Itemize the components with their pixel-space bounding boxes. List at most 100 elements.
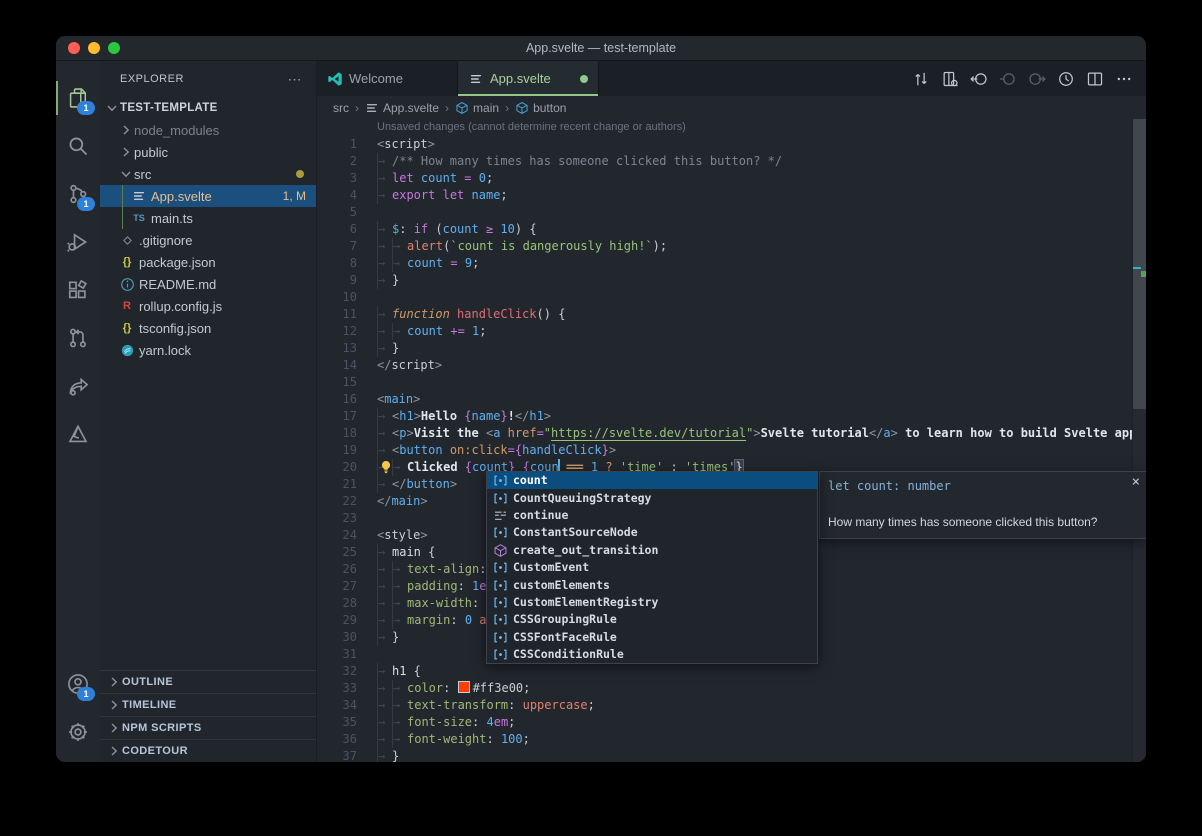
suggest-item-customelements[interactable]: customElements bbox=[487, 576, 817, 593]
section-timeline[interactable]: TIMELINE bbox=[100, 693, 316, 716]
activity-item-explorer[interactable]: 1 bbox=[56, 74, 100, 122]
tree-item-main-ts[interactable]: TSmain.ts bbox=[100, 207, 316, 229]
code-token: } bbox=[500, 409, 507, 423]
close-icon[interactable]: × bbox=[1132, 474, 1140, 491]
suggest-item-cssconditionrule[interactable]: CSSConditionRule bbox=[487, 646, 817, 663]
code-line[interactable]: 16<main> bbox=[317, 391, 1146, 408]
chevron-down-icon bbox=[104, 100, 120, 116]
line-number: 18 bbox=[317, 425, 357, 442]
code-token: > bbox=[428, 137, 435, 151]
indent-guide: → bbox=[377, 544, 392, 561]
code-line-content: →} bbox=[357, 748, 399, 762]
suggest-item-label: count bbox=[513, 472, 548, 489]
tree-item-node-modules[interactable]: node_modules bbox=[100, 119, 316, 141]
code-line[interactable]: 32→h1 { bbox=[317, 663, 1146, 680]
suggest-item-cssgroupingrule[interactable]: CSSGroupingRule bbox=[487, 611, 817, 628]
breadcrumb-item-main[interactable]: main bbox=[455, 101, 499, 115]
code-line[interactable]: 19→<button on:click={handleClick}> bbox=[317, 442, 1146, 459]
code-token bbox=[443, 443, 450, 457]
scrollbar-thumb[interactable] bbox=[1133, 119, 1146, 409]
code-line[interactable]: 15 bbox=[317, 374, 1146, 391]
code-token: name bbox=[472, 409, 501, 423]
tree-item-yarn-lock[interactable]: yarn.lock bbox=[100, 339, 316, 361]
activity-item-azure[interactable] bbox=[56, 410, 100, 458]
breadcrumb-item-app-svelte[interactable]: App.svelte bbox=[365, 101, 439, 115]
suggest-item-count[interactable]: count bbox=[487, 472, 817, 489]
activity-item-run-debug[interactable] bbox=[56, 218, 100, 266]
tree-item--gitignore[interactable]: .gitignore bbox=[100, 229, 316, 251]
code-line[interactable]: 3→let count = 0; bbox=[317, 170, 1146, 187]
code-line[interactable]: 7→→alert(`count is dangerously high!`); bbox=[317, 238, 1146, 255]
git-compare-icon[interactable] bbox=[909, 67, 933, 91]
tree-item-package-json[interactable]: {}package.json bbox=[100, 251, 316, 273]
code-line[interactable]: 11→function handleClick() { bbox=[317, 306, 1146, 323]
code-line[interactable]: 33→→color: #ff3e00; bbox=[317, 680, 1146, 697]
breadcrumb-item-button[interactable]: button bbox=[515, 101, 566, 115]
code-line[interactable]: 13→} bbox=[317, 340, 1146, 357]
line-number: 9 bbox=[317, 272, 357, 289]
file-history-icon[interactable] bbox=[938, 67, 962, 91]
split-editor-icon[interactable] bbox=[1083, 67, 1107, 91]
activity-item-accounts[interactable]: 1 bbox=[56, 660, 100, 708]
code-line[interactable]: 4→export let name; bbox=[317, 187, 1146, 204]
activity-item-extensions[interactable] bbox=[56, 266, 100, 314]
code-line[interactable]: 1<script> bbox=[317, 136, 1146, 153]
tree-item-readme-md[interactable]: README.md bbox=[100, 273, 316, 295]
symbol-variable-icon bbox=[491, 595, 509, 610]
section-npm-scripts[interactable]: NPM SCRIPTS bbox=[100, 716, 316, 739]
code-token: count bbox=[421, 171, 457, 185]
code-line[interactable]: 17→<h1>Hello {name}!</h1> bbox=[317, 408, 1146, 425]
suggest-item-countqueuingstrategy[interactable]: CountQueuingStrategy bbox=[487, 489, 817, 506]
code-line[interactable]: 9→} bbox=[317, 272, 1146, 289]
breadcrumb-item-src[interactable]: src bbox=[333, 101, 349, 115]
code-editor[interactable]: Unsaved changes (cannot determine recent… bbox=[317, 119, 1146, 762]
previous-change-icon[interactable] bbox=[967, 67, 991, 91]
activity-item-settings[interactable] bbox=[56, 708, 100, 756]
suggest-item-create_out_transition[interactable]: create_out_transition bbox=[487, 542, 817, 559]
tab-app-svelte[interactable]: App.svelte bbox=[458, 61, 599, 96]
tree-item-app-svelte[interactable]: App.svelte1, M bbox=[100, 185, 316, 207]
tree-item-label: .gitignore bbox=[139, 233, 192, 248]
line-number: 6 bbox=[317, 221, 357, 238]
code-line[interactable]: 8→→count = 9; bbox=[317, 255, 1146, 272]
suggest-item-customevent[interactable]: CustomEvent bbox=[487, 559, 817, 576]
timeline-icon[interactable] bbox=[1054, 67, 1078, 91]
tree-item-public[interactable]: public bbox=[100, 141, 316, 163]
tree-item-rollup-config-js[interactable]: Rrollup.config.js bbox=[100, 295, 316, 317]
more-actions-icon[interactable] bbox=[1112, 67, 1136, 91]
tree-item-tsconfig-json[interactable]: {}tsconfig.json bbox=[100, 317, 316, 339]
suggest-item-cssfontfacerule[interactable]: CSSFontFaceRule bbox=[487, 629, 817, 646]
code-line[interactable]: 35→→font-size: 4em; bbox=[317, 714, 1146, 731]
lightbulb-icon[interactable] bbox=[379, 460, 393, 474]
suggest-item-constantsourcenode[interactable]: ConstantSourceNode bbox=[487, 524, 817, 541]
code-line[interactable]: 34→→text-transform: uppercase; bbox=[317, 697, 1146, 714]
suggest-item-label: CountQueuingStrategy bbox=[513, 490, 651, 507]
code-line[interactable]: 37→} bbox=[317, 748, 1146, 762]
section-outline[interactable]: OUTLINE bbox=[100, 670, 316, 693]
tree-item-test-template[interactable]: TEST-TEMPLATE bbox=[100, 97, 316, 119]
suggest-item-customelementregistry[interactable]: CustomElementRegistry bbox=[487, 594, 817, 611]
code-line[interactable]: 18→<p>Visit the <a href="https://svelte.… bbox=[317, 425, 1146, 442]
code-line[interactable]: 2→/** How many times has someone clicked… bbox=[317, 153, 1146, 170]
symbol-variable-icon bbox=[491, 560, 509, 575]
activity-item-search[interactable] bbox=[56, 122, 100, 170]
activity-item-github-pull-requests[interactable] bbox=[56, 314, 100, 362]
tree-item-src[interactable]: src bbox=[100, 163, 316, 185]
activity-item-source-control[interactable]: 1 bbox=[56, 170, 100, 218]
activity-item-live-share[interactable] bbox=[56, 362, 100, 410]
section-codetour[interactable]: CODETOUR bbox=[100, 739, 316, 762]
code-line[interactable]: 5 bbox=[317, 204, 1146, 221]
code-line[interactable]: 12→→count += 1; bbox=[317, 323, 1146, 340]
code-line[interactable]: 14</script> bbox=[317, 357, 1146, 374]
code-line[interactable]: 36→→font-weight: 100; bbox=[317, 731, 1146, 748]
sidebar-more-icon[interactable]: ⋯ bbox=[288, 71, 303, 88]
suggest-item-continue[interactable]: continue bbox=[487, 507, 817, 524]
code-line[interactable]: 10 bbox=[317, 289, 1146, 306]
scrollbar-track[interactable] bbox=[1132, 119, 1146, 762]
code-line[interactable]: 6→$: if (count ≥ 10) { bbox=[317, 221, 1146, 238]
code-token: </ bbox=[392, 477, 406, 491]
line-number: 15 bbox=[317, 374, 357, 391]
code-token: > bbox=[609, 443, 616, 457]
indent-guide: → bbox=[377, 629, 392, 646]
tab-welcome[interactable]: Welcome bbox=[317, 61, 458, 96]
